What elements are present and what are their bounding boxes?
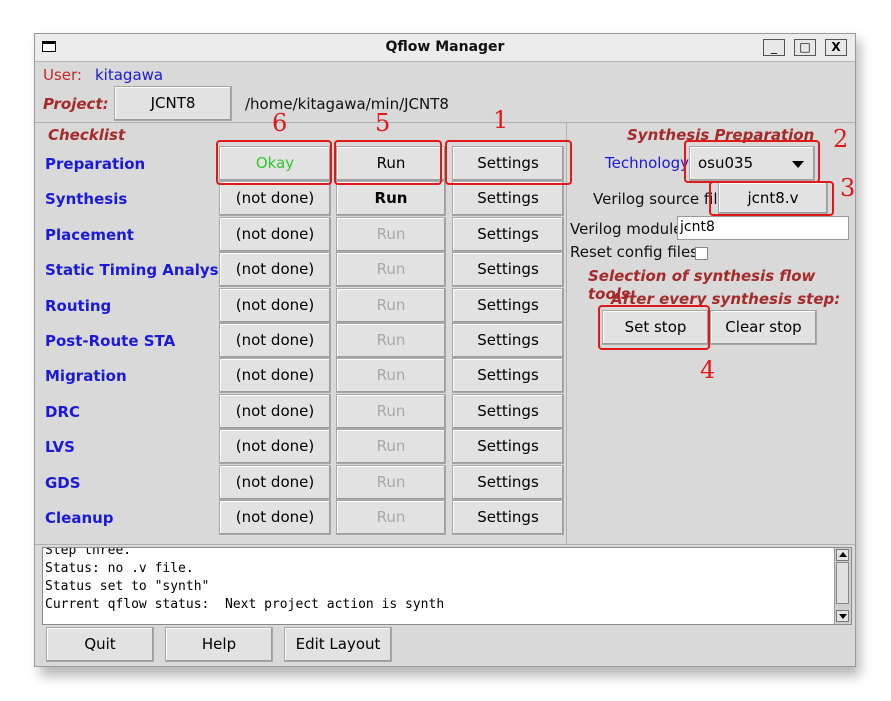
console-line: Step three. (45, 547, 132, 558)
run-button[interactable]: Run (336, 464, 446, 500)
checklist-row-label: Preparation (45, 155, 146, 173)
run-button[interactable]: Run (336, 323, 446, 358)
scroll-up-arrow-icon[interactable] (836, 549, 849, 561)
run-button[interactable]: Run (336, 429, 446, 465)
reset-config-checkbox[interactable] (695, 247, 708, 260)
minimize-button[interactable]: _ (763, 39, 785, 56)
checklist-row-label: Post-Route STA (45, 332, 176, 350)
status-button[interactable]: (not done) (219, 323, 331, 358)
settings-button[interactable]: Settings (452, 252, 564, 288)
status-button[interactable]: (not done) (219, 287, 331, 323)
checklist-row-label: Routing (45, 296, 112, 315)
console-line: Status: no .v file. (45, 561, 194, 576)
settings-button[interactable]: Settings (452, 358, 564, 394)
separator (35, 122, 855, 123)
status-button[interactable]: (not done) (219, 500, 331, 535)
annotation-box-5 (334, 140, 442, 185)
window-title: Qflow Manager (385, 39, 505, 55)
separator (35, 544, 855, 545)
settings-button[interactable]: Settings (452, 464, 564, 500)
settings-button[interactable]: Settings (452, 287, 564, 323)
annotation-number-1: 1 (493, 106, 509, 134)
console-output[interactable]: Step three. Status: no .v file. Status set… (42, 547, 852, 625)
status-button[interactable]: (not done) (219, 252, 331, 288)
run-button[interactable]: Run (336, 181, 446, 217)
run-button[interactable]: Run (336, 252, 446, 288)
checklist-row-label: DRC (45, 402, 81, 421)
checklist-row-label: Migration (45, 367, 127, 386)
status-button[interactable]: (not done) (219, 429, 331, 465)
console-text: Step three. Status: no .v file. Status set… (43, 547, 851, 614)
settings-button[interactable]: Settings (452, 216, 564, 252)
title-bar[interactable]: Qflow Manager _ □ X (35, 34, 855, 62)
run-button[interactable]: Run (336, 287, 446, 323)
quit-button[interactable]: Quit (46, 627, 154, 662)
checklist-header: Checklist (48, 126, 126, 144)
status-button[interactable]: (not done) (219, 358, 331, 394)
console-line: Current qflow status: Next project actio… (45, 597, 445, 612)
annotation-box-1 (445, 140, 572, 185)
console-line: Status set to "synth" (45, 579, 210, 594)
user-value: kitagawa (95, 66, 164, 84)
settings-button[interactable]: Settings (452, 429, 564, 465)
annotation-number-3: 3 (840, 174, 856, 202)
run-button[interactable]: Run (336, 500, 446, 535)
status-button[interactable]: (not done) (219, 464, 331, 500)
reset-config-label: Reset config files: (570, 243, 704, 261)
close-button[interactable]: X (825, 39, 847, 56)
status-button[interactable]: (not done) (219, 181, 331, 217)
settings-button[interactable]: Settings (452, 393, 564, 429)
annotation-box-3 (709, 181, 834, 216)
vertical-separator (566, 122, 567, 544)
checklist-row-label: Cleanup (45, 509, 114, 527)
annotation-number-4: 4 (700, 356, 716, 384)
maximize-button[interactable]: □ (794, 39, 816, 56)
verilog-module-label: Verilog module: (570, 220, 688, 238)
project-button[interactable]: JCNT8 (114, 86, 232, 121)
settings-button[interactable]: Settings (452, 181, 564, 217)
edit-layout-button[interactable]: Edit Layout (284, 627, 392, 662)
settings-button[interactable]: Settings (452, 500, 564, 535)
settings-button[interactable]: Settings (452, 323, 564, 358)
clear-stop-button[interactable]: Clear stop (710, 310, 817, 345)
technology-label: Technology: (605, 154, 693, 172)
project-label: Project: (43, 95, 109, 113)
run-button[interactable]: Run (336, 358, 446, 394)
annotation-box-4 (598, 305, 710, 350)
run-button[interactable]: Run (336, 393, 446, 429)
annotation-number-6: 6 (272, 109, 288, 137)
qflow-manager-window: Qflow Manager _ □ X User: kitagawa Proje… (34, 33, 856, 667)
status-button[interactable]: (not done) (219, 216, 331, 252)
scroll-thumb[interactable] (836, 562, 849, 604)
run-button[interactable]: Run (336, 216, 446, 252)
checklist-row-label: Synthesis (45, 190, 128, 209)
checklist-row-label: GDS (45, 473, 81, 492)
verilog-module-input[interactable]: jcnt8 (677, 216, 849, 240)
help-button[interactable]: Help (165, 627, 273, 662)
checklist-row-label: Static Timing Analysis (45, 261, 233, 280)
console-scrollbar[interactable] (834, 548, 851, 624)
scroll-down-arrow-icon[interactable] (836, 610, 849, 622)
checklist-row-label: Placement (45, 225, 134, 244)
annotation-number-2: 2 (833, 125, 849, 153)
annotation-box-2 (684, 140, 820, 183)
annotation-box-6 (216, 140, 332, 185)
checklist-row-label: LVS (45, 438, 75, 457)
status-button[interactable]: (not done) (219, 393, 331, 429)
user-label: User: (43, 66, 82, 84)
annotation-number-5: 5 (375, 109, 391, 137)
